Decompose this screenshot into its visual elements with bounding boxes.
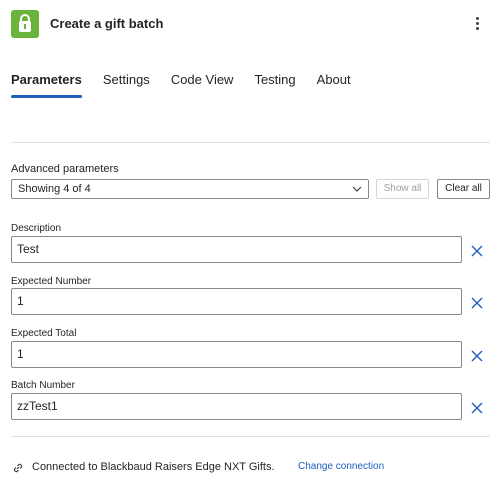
clear-expected-total-icon[interactable] (470, 349, 484, 363)
change-connection-link[interactable]: Change connection (298, 461, 384, 472)
batch-number-label: Batch Number (11, 380, 75, 391)
divider (11, 142, 490, 143)
tab-code-view[interactable]: Code View (171, 72, 234, 98)
tab-settings[interactable]: Settings (103, 72, 150, 98)
header: Create a gift batch (0, 0, 500, 50)
description-label: Description (11, 223, 62, 234)
tab-parameters[interactable]: Parameters (11, 72, 82, 98)
tab-testing[interactable]: Testing (254, 72, 295, 98)
link-icon (13, 463, 23, 473)
connection-status: Connected to Blackbaud Raisers Edge NXT … (32, 461, 275, 473)
more-vertical-icon[interactable] (468, 12, 486, 34)
description-field[interactable]: Test (11, 236, 462, 263)
advanced-parameters-dropdown[interactable]: Showing 4 of 4 (11, 179, 369, 199)
show-all-button[interactable]: Show all (376, 179, 429, 199)
clear-expected-number-icon[interactable] (470, 296, 484, 310)
clear-description-icon[interactable] (470, 244, 484, 258)
advanced-parameters-label: Advanced parameters (11, 163, 119, 175)
clear-all-button[interactable]: Clear all (437, 179, 490, 199)
dropdown-value: Showing 4 of 4 (18, 183, 91, 195)
expected-total-label: Expected Total (11, 328, 77, 339)
chevron-down-icon (352, 186, 362, 192)
clear-batch-number-icon[interactable] (470, 401, 484, 415)
gift-lock-icon (11, 10, 39, 38)
expected-total-field[interactable]: 1 (11, 341, 462, 368)
expected-number-field[interactable]: 1 (11, 288, 462, 315)
page-title: Create a gift batch (50, 16, 164, 31)
batch-number-field[interactable]: zzTest1 (11, 393, 462, 420)
divider (11, 436, 490, 437)
tab-about[interactable]: About (317, 72, 351, 98)
expected-number-label: Expected Number (11, 276, 92, 287)
tab-bar: Parameters Settings Code View Testing Ab… (11, 72, 372, 98)
